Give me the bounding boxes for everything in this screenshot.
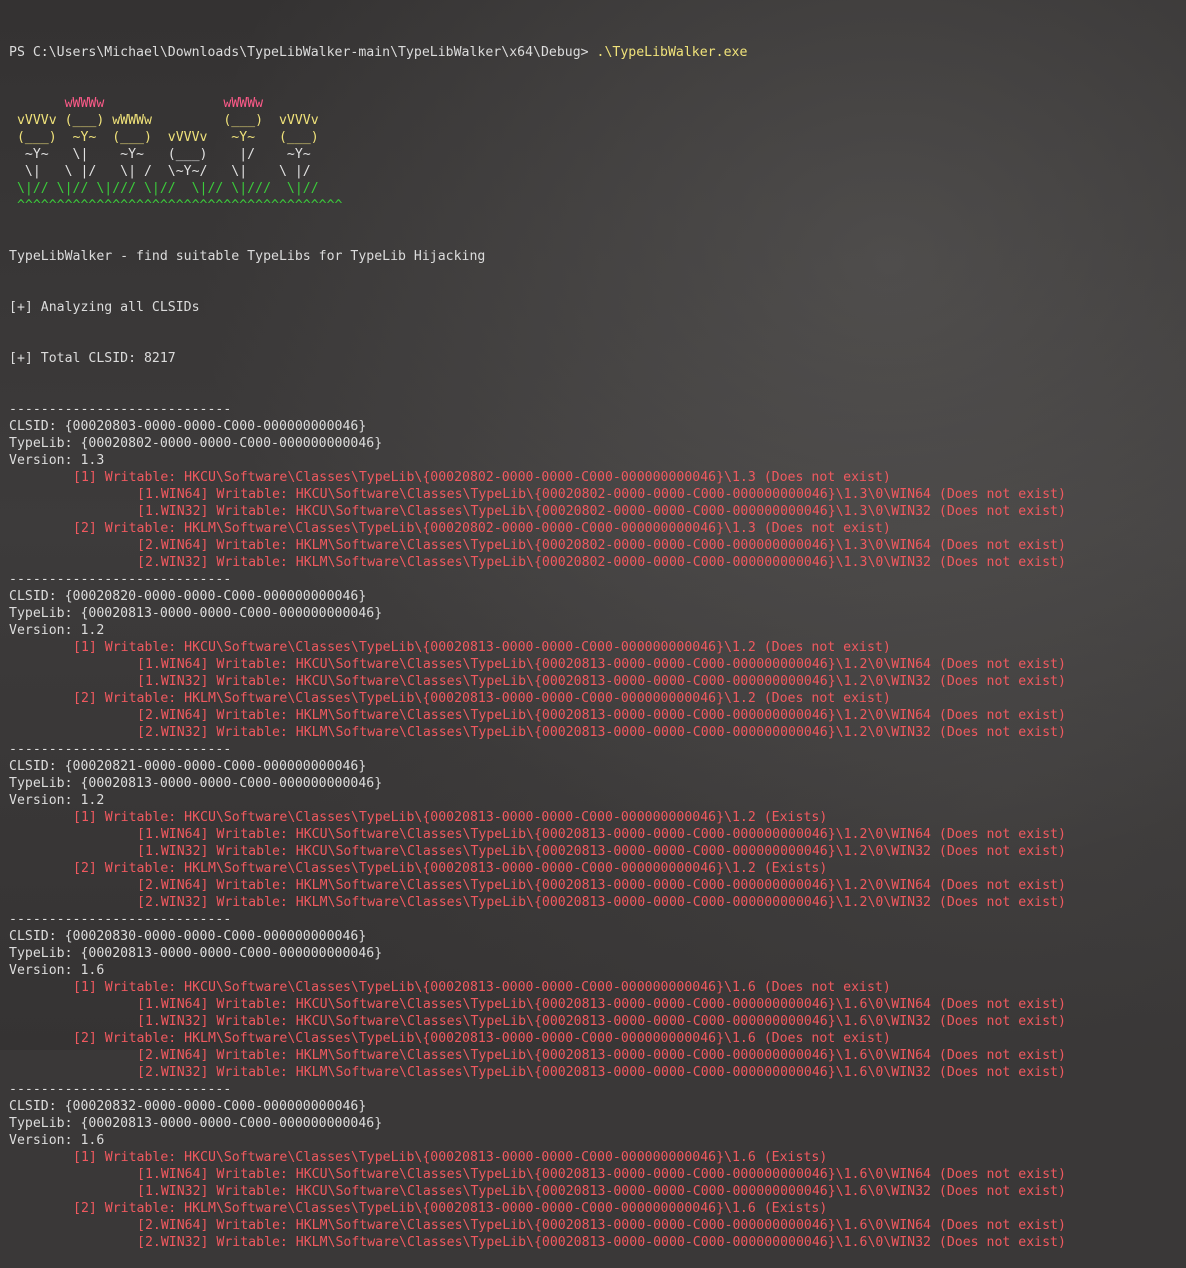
writable-path-line: [1] Writable: HKCU\Software\Classes\Type… <box>73 810 828 825</box>
writable-path-line: [2.WIN64] Writable: HKLM\Software\Classe… <box>137 708 1066 723</box>
clsid-line: CLSID: {00020821-0000-0000-C000-00000000… <box>9 759 367 774</box>
writable-path-line: [2.WIN64] Writable: HKLM\Software\Classe… <box>137 878 1066 893</box>
clsid-line: CLSID: {00020803-0000-0000-C000-00000000… <box>9 419 367 434</box>
writable-path-line: [1.WIN64] Writable: HKCU\Software\Classe… <box>137 1167 1066 1182</box>
version-line: Version: 1.6 <box>9 1133 105 1148</box>
writable-path-line: [1.WIN64] Writable: HKCU\Software\Classe… <box>137 657 1066 672</box>
banner-segment: \|// \|// \|/// \|// \|// \|/// \|// <box>9 181 319 196</box>
writable-path-line: [2.WIN32] Writable: HKLM\Software\Classe… <box>137 725 1066 740</box>
prompt-command: .\TypeLibWalker.exe <box>596 45 748 60</box>
writable-path-line: [1.WIN32] Writable: HKCU\Software\Classe… <box>137 844 1066 859</box>
writable-path-line: [2.WIN32] Writable: HKLM\Software\Classe… <box>137 895 1066 910</box>
writable-path-line: [1] Writable: HKCU\Software\Classes\Type… <box>73 1150 828 1165</box>
separator: ---------------------------- <box>9 912 232 927</box>
banner-segment: ^^^^^^^^^^^^^^^^^^^^^^^^^^^^^^^^^^^^^^^^… <box>9 198 343 213</box>
terminal-window[interactable]: PS C:\Users\Michael\Downloads\TypeLibWal… <box>0 0 1186 1250</box>
writable-path-line: [2.WIN32] Writable: HKLM\Software\Classe… <box>137 1235 1066 1250</box>
output-title: TypeLibWalker - find suitable TypeLibs f… <box>9 249 486 264</box>
separator: ---------------------------- <box>9 1082 232 1097</box>
banner-segment: \| \ |/ \| / \~Y~/ \| \ |/ <box>9 164 311 179</box>
writable-path-line: [1.WIN64] Writable: HKCU\Software\Classe… <box>137 487 1066 502</box>
typelib-line: TypeLib: {00020813-0000-0000-C000-000000… <box>9 776 383 791</box>
writable-path-line: [1.WIN32] Writable: HKCU\Software\Classe… <box>137 1014 1066 1029</box>
writable-path-line: [2] Writable: HKLM\Software\Classes\Type… <box>73 861 828 876</box>
writable-path-line: [2] Writable: HKLM\Software\Classes\Type… <box>73 1031 891 1046</box>
prompt-path: PS C:\Users\Michael\Downloads\TypeLibWal… <box>9 45 597 60</box>
ascii-banner: wWWWw wWWWw vVVVv (___) wWWWw (___) vVVV… <box>9 95 1186 214</box>
version-line: Version: 1.6 <box>9 963 105 978</box>
writable-path-line: [2] Writable: HKLM\Software\Classes\Type… <box>73 691 891 706</box>
banner-segment: (___) ~Y~ (___) vVVVv ~Y~ (___) <box>9 130 319 145</box>
banner-line: \|// \|// \|/// \|// \|// \|/// \|// <box>9 180 1186 197</box>
banner-line: ^^^^^^^^^^^^^^^^^^^^^^^^^^^^^^^^^^^^^^^^… <box>9 197 1186 214</box>
banner-line: ~Y~ \| ~Y~ (___) |/ ~Y~ <box>9 146 1186 163</box>
clsid-line: CLSID: {00020830-0000-0000-C000-00000000… <box>9 929 367 944</box>
writable-path-line: [1.WIN32] Writable: HKCU\Software\Classe… <box>137 1184 1066 1199</box>
banner-line: \| \ |/ \| / \~Y~/ \| \ |/ <box>9 163 1186 180</box>
writable-path-line: [1.WIN32] Writable: HKCU\Software\Classe… <box>137 504 1066 519</box>
banner-line: (___) ~Y~ (___) vVVVv ~Y~ (___) <box>9 129 1186 146</box>
writable-path-line: [1.WIN64] Writable: HKCU\Software\Classe… <box>137 827 1066 842</box>
prompt-line: PS C:\Users\Michael\Downloads\TypeLibWal… <box>9 44 1186 61</box>
status-total-clsid: [+] Total CLSID: 8217 <box>9 351 176 366</box>
version-line: Version: 1.3 <box>9 453 105 468</box>
separator: ---------------------------- <box>9 572 232 587</box>
writable-path-line: [2.WIN32] Writable: HKLM\Software\Classe… <box>137 555 1066 570</box>
banner-line: wWWWw wWWWw <box>9 95 1186 112</box>
version-line: Version: 1.2 <box>9 623 105 638</box>
writable-path-line: [1] Writable: HKCU\Software\Classes\Type… <box>73 640 891 655</box>
banner-segment: wWWWw <box>223 96 264 111</box>
typelib-line: TypeLib: {00020802-0000-0000-C000-000000… <box>9 436 383 451</box>
writable-path-line: [1] Writable: HKCU\Software\Classes\Type… <box>73 470 891 485</box>
status-analyzing: [+] Analyzing all CLSIDs <box>9 300 200 315</box>
writable-path-line: [1] Writable: HKCU\Software\Classes\Type… <box>73 980 891 995</box>
clsid-results: ---------------------------- CLSID: {0002… <box>9 401 1186 1251</box>
typelib-line: TypeLib: {00020813-0000-0000-C000-000000… <box>9 1116 383 1131</box>
typelib-line: TypeLib: {00020813-0000-0000-C000-000000… <box>9 606 383 621</box>
separator: ---------------------------- <box>9 742 232 757</box>
writable-path-line: [1.WIN64] Writable: HKCU\Software\Classe… <box>137 997 1066 1012</box>
version-line: Version: 1.2 <box>9 793 105 808</box>
writable-path-line: [2.WIN32] Writable: HKLM\Software\Classe… <box>137 1065 1066 1080</box>
banner-segment <box>104 96 223 111</box>
clsid-line: CLSID: {00020820-0000-0000-C000-00000000… <box>9 589 367 604</box>
clsid-line: CLSID: {00020832-0000-0000-C000-00000000… <box>9 1099 367 1114</box>
banner-segment <box>9 96 65 111</box>
writable-path-line: [2.WIN64] Writable: HKLM\Software\Classe… <box>137 538 1066 553</box>
banner-segment: wWWWw <box>64 96 105 111</box>
banner-segment: ~Y~ \| ~Y~ (___) |/ ~Y~ <box>9 147 311 162</box>
separator: ---------------------------- <box>9 402 232 417</box>
banner-segment: vVVVv (___) wWWWw (___) vVVVv <box>9 113 319 128</box>
typelib-line: TypeLib: {00020813-0000-0000-C000-000000… <box>9 946 383 961</box>
writable-path-line: [2.WIN64] Writable: HKLM\Software\Classe… <box>137 1218 1066 1233</box>
writable-path-line: [1.WIN32] Writable: HKCU\Software\Classe… <box>137 674 1066 689</box>
writable-path-line: [2] Writable: HKLM\Software\Classes\Type… <box>73 521 891 536</box>
writable-path-line: [2] Writable: HKLM\Software\Classes\Type… <box>73 1201 828 1216</box>
banner-line: vVVVv (___) wWWWw (___) vVVVv <box>9 112 1186 129</box>
